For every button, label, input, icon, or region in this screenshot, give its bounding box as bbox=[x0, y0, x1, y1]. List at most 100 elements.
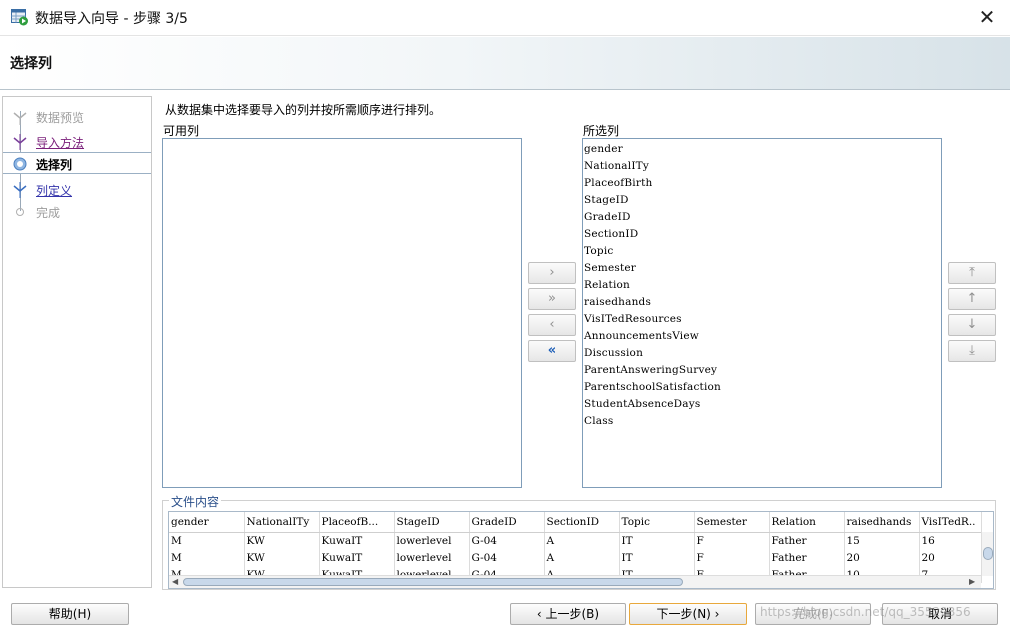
move-to-top-button[interactable]: ⤒ bbox=[948, 262, 996, 284]
add-all-columns-button[interactable]: » bbox=[528, 288, 576, 310]
table-cell: lowerlevel bbox=[394, 532, 470, 549]
next-button[interactable]: 下一步(N) › bbox=[629, 603, 747, 625]
list-item[interactable]: SectionID bbox=[583, 226, 941, 243]
list-item[interactable]: Relation bbox=[583, 277, 941, 294]
table-cell: KW bbox=[244, 532, 320, 549]
table-row: M KW KuwaIT lowerlevel G-04 A IT F Fathe… bbox=[169, 532, 982, 549]
table-cell: Father bbox=[769, 532, 845, 549]
back-button[interactable]: ‹ 上一步(B) bbox=[510, 603, 626, 625]
column-header: Topic bbox=[619, 512, 695, 533]
add-column-button[interactable]: › bbox=[528, 262, 576, 284]
table-header-row: gender NationalITy PlaceofB... StageID G… bbox=[169, 512, 982, 533]
scroll-left-icon[interactable]: ◀ bbox=[172, 577, 178, 586]
step-label[interactable]: 导入方法 bbox=[36, 134, 84, 151]
selected-columns-list[interactable]: gender NationalITy PlaceofBirth StageID … bbox=[582, 138, 942, 488]
step-title: 选择列 bbox=[10, 56, 52, 72]
list-item[interactable]: Discussion bbox=[583, 345, 941, 362]
vertical-scroll-thumb[interactable] bbox=[983, 547, 993, 560]
available-columns-label: 可用列 bbox=[163, 124, 200, 138]
table-cell: KW bbox=[244, 549, 320, 566]
column-header: VisITedR.. bbox=[919, 512, 982, 533]
step-label[interactable]: 列定义 bbox=[36, 182, 72, 199]
step-done-icon bbox=[13, 112, 27, 125]
list-item[interactable]: Topic bbox=[583, 243, 941, 260]
data-import-wizard-icon bbox=[11, 9, 28, 26]
current-step-icon bbox=[13, 157, 27, 171]
table-cell: 16 bbox=[919, 532, 982, 549]
table-cell: M bbox=[169, 549, 245, 566]
wizard-step-nav: 数据预览 导入方法 选择列 列定义 完成 bbox=[2, 96, 152, 588]
list-item[interactable]: Class bbox=[583, 413, 941, 430]
step-label: 选择列 bbox=[36, 158, 73, 172]
table-cell: KuwaIT bbox=[319, 532, 395, 549]
table-cell: 20 bbox=[844, 549, 920, 566]
column-header: Semester bbox=[694, 512, 770, 533]
list-item[interactable]: StudentAbsenceDays bbox=[583, 396, 941, 413]
table-cell: F bbox=[694, 549, 770, 566]
list-item[interactable]: ParentschoolSatisfaction bbox=[583, 379, 941, 396]
list-item[interactable]: raisedhands bbox=[583, 294, 941, 311]
scroll-right-icon[interactable]: ▶ bbox=[969, 577, 975, 586]
help-button[interactable]: 帮助(H) bbox=[11, 603, 129, 625]
vertical-scrollbar[interactable] bbox=[981, 532, 993, 576]
table-cell: IT bbox=[619, 549, 695, 566]
table-cell: Father bbox=[769, 549, 845, 566]
step-label: 数据预览 bbox=[36, 111, 85, 125]
list-item[interactable]: GradeID bbox=[583, 209, 941, 226]
step-import-method[interactable]: 导入方法 bbox=[3, 131, 151, 153]
step-link-icon bbox=[13, 182, 27, 198]
remove-all-columns-button[interactable]: « bbox=[528, 340, 576, 362]
column-header: NationalITy bbox=[244, 512, 320, 533]
watermark: https://blog.csdn.net/qq_35529356 bbox=[760, 605, 971, 619]
step-label: 完成 bbox=[36, 206, 61, 220]
step-finish: 完成 bbox=[3, 201, 151, 223]
step-link-icon bbox=[13, 134, 27, 150]
step-data-preview: 数据预览 bbox=[3, 106, 151, 128]
remove-column-button[interactable]: ‹ bbox=[528, 314, 576, 336]
window-title: 数据导入向导 - 步骤 3/5 bbox=[35, 11, 188, 27]
column-header: gender bbox=[169, 512, 245, 533]
step-column-definition[interactable]: 列定义 bbox=[3, 179, 151, 201]
move-to-bottom-button[interactable]: ⤓ bbox=[948, 340, 996, 362]
table-cell: 15 bbox=[844, 532, 920, 549]
list-item[interactable]: Semester bbox=[583, 260, 941, 277]
table-cell: lowerlevel bbox=[394, 549, 470, 566]
column-header: raisedhands bbox=[844, 512, 920, 533]
table-cell: M bbox=[169, 532, 245, 549]
table-cell: A bbox=[544, 549, 620, 566]
move-down-button[interactable]: ↓ bbox=[948, 314, 996, 336]
step-header: 选择列 bbox=[0, 37, 1010, 90]
list-item[interactable]: gender bbox=[583, 141, 941, 158]
pending-step-icon bbox=[16, 208, 24, 216]
horizontal-scroll-thumb[interactable] bbox=[183, 578, 683, 586]
list-item[interactable]: NationalITy bbox=[583, 158, 941, 175]
list-item[interactable]: PlaceofBirth bbox=[583, 175, 941, 192]
column-header: SectionID bbox=[544, 512, 620, 533]
horizontal-scrollbar[interactable]: ◀ ▶ bbox=[169, 575, 981, 588]
move-up-button[interactable]: ↑ bbox=[948, 288, 996, 310]
file-content-group: 文件内容 gender NationalITy PlaceofB... Stag… bbox=[162, 493, 996, 590]
table-cell: 20 bbox=[919, 549, 982, 566]
column-header: StageID bbox=[394, 512, 470, 533]
list-item[interactable]: StageID bbox=[583, 192, 941, 209]
column-header: PlaceofB... bbox=[319, 512, 395, 533]
list-item[interactable]: VisITedResources bbox=[583, 311, 941, 328]
window-title-bar: 数据导入向导 - 步骤 3/5 ✕ bbox=[0, 0, 1010, 36]
step-select-columns[interactable]: 选择列 bbox=[3, 152, 151, 174]
column-header: Relation bbox=[769, 512, 845, 533]
close-icon[interactable]: ✕ bbox=[975, 6, 999, 30]
available-columns-list[interactable] bbox=[162, 138, 522, 488]
file-content-label: 文件内容 bbox=[169, 493, 222, 510]
selected-columns-label: 所选列 bbox=[583, 124, 620, 138]
table-cell: A bbox=[544, 532, 620, 549]
list-item[interactable]: ParentAnsweringSurvey bbox=[583, 362, 941, 379]
table-cell: IT bbox=[619, 532, 695, 549]
file-content-grid[interactable]: gender NationalITy PlaceofB... StageID G… bbox=[168, 511, 994, 589]
table-cell: F bbox=[694, 532, 770, 549]
table-cell: G-04 bbox=[469, 532, 545, 549]
list-item[interactable]: AnnouncementsView bbox=[583, 328, 941, 345]
column-header: GradeID bbox=[469, 512, 545, 533]
instruction-text: 从数据集中选择要导入的列并按所需顺序进行排列。 bbox=[165, 103, 442, 117]
table-cell: G-04 bbox=[469, 549, 545, 566]
table-row: M KW KuwaIT lowerlevel G-04 A IT F Fathe… bbox=[169, 549, 982, 566]
